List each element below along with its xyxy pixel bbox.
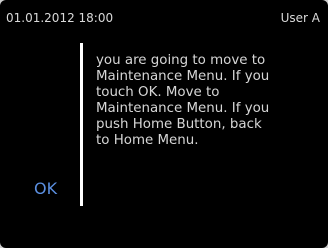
device-screen: 01.01.2012 18:00 User A OK you are going… <box>0 0 328 248</box>
current-user-label: User A <box>280 11 320 25</box>
ok-button[interactable]: OK <box>24 172 68 206</box>
datetime-display: 01.01.2012 18:00 <box>6 11 114 25</box>
maintenance-message: you are going to move to Maintenance Men… <box>96 53 270 148</box>
vertical-divider <box>80 43 83 206</box>
status-bar: 01.01.2012 18:00 User A <box>0 0 328 30</box>
